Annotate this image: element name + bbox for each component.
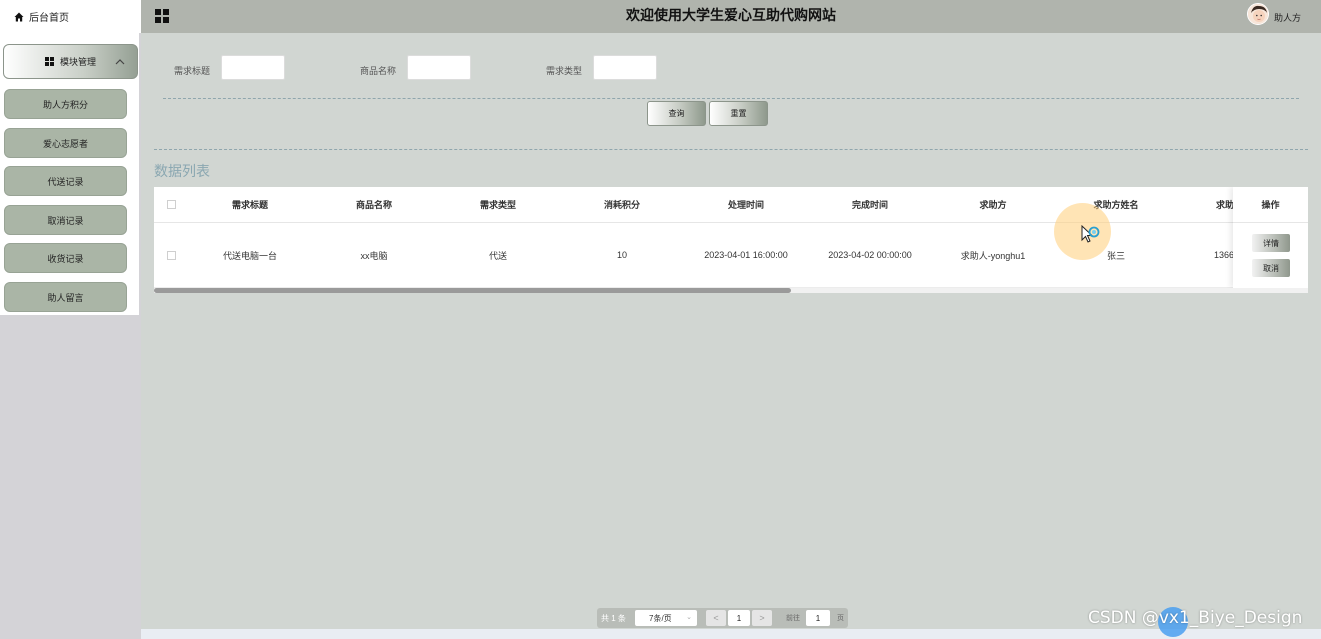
module-label: 模块管理	[59, 57, 96, 67]
column-header[interactable]: 需求标题	[188, 187, 312, 222]
menu-toggle-icon[interactable]	[155, 9, 169, 23]
home-icon	[14, 12, 24, 21]
sidebar-item-messages[interactable]: 助人留言	[4, 282, 127, 312]
scrollbar-thumb[interactable]	[154, 288, 791, 293]
cancel-button[interactable]: 取消	[1252, 259, 1290, 277]
list-title: 数据列表	[154, 163, 210, 179]
table-cell: xx电脑	[360, 250, 388, 261]
sidebar-item-helper-points[interactable]: 助人方积分	[4, 89, 127, 119]
query-button[interactable]: 查询	[647, 101, 706, 126]
column-header[interactable]: 完成时间	[808, 187, 932, 222]
sidebar-item-volunteers[interactable]: 爱心志愿者	[4, 128, 127, 158]
detail-button[interactable]: 详情	[1252, 234, 1290, 252]
sidebar-item-label: 收货记录	[47, 253, 84, 264]
sidebar-item-cancel-records[interactable]: 取消记录	[4, 205, 127, 235]
table-header-row: 需求标题 商品名称 需求类型 消耗积分 处理时间 完成时间 求助方 求助方姓名 …	[154, 187, 1308, 223]
home-label: 后台首页	[29, 13, 69, 24]
divider	[163, 98, 1299, 99]
sidebar-item-delivery-records[interactable]: 代送记录	[4, 166, 127, 196]
select-all-checkbox[interactable]	[166, 200, 176, 209]
column-header[interactable]: 消耗积分	[560, 187, 684, 222]
search-product-label: 商品名称	[360, 66, 397, 76]
row-checkbox[interactable]	[166, 250, 176, 260]
column-header[interactable]: 商品名称	[312, 187, 436, 222]
search-product-input[interactable]	[407, 55, 471, 80]
module-management-toggle[interactable]: 模块管理	[3, 44, 138, 79]
search-type-input[interactable]	[593, 55, 657, 80]
table-cell: 代送电脑一台	[222, 250, 277, 261]
column-header[interactable]: 求助方	[932, 187, 1054, 222]
table-cell: 代送	[488, 250, 507, 261]
column-header: 操作	[1233, 187, 1308, 223]
row-select-cell[interactable]	[154, 223, 188, 287]
goto-page-input[interactable]: 1	[806, 610, 830, 626]
page-size-value: 7条/页	[649, 613, 672, 623]
page-title: 欢迎使用大学生爱心互助代购网站	[626, 7, 836, 23]
username[interactable]: 助人方	[1274, 11, 1301, 24]
sidebar-item-label: 爱心志愿者	[42, 138, 88, 149]
search-type-label: 需求类型	[546, 66, 583, 76]
chevron-down-icon: ⌄	[686, 614, 692, 621]
table-cell: 2023-04-01 16:00:00	[704, 250, 788, 260]
horizontal-scrollbar[interactable]	[154, 288, 1308, 293]
current-page[interactable]: 1	[728, 610, 750, 626]
top-bar: 欢迎使用大学生爱心互助代购网站 助人方	[141, 0, 1321, 33]
sidebar-item-label: 助人留言	[47, 292, 84, 303]
pagination: 共 1 条 7条/页 ⌄ < 1 > 前往 1 页	[597, 608, 848, 628]
cursor-icon	[1081, 225, 1100, 243]
data-table: 需求标题 商品名称 需求类型 消耗积分 处理时间 完成时间 求助方 求助方姓名 …	[154, 187, 1308, 293]
sidebar-item-label: 代送记录	[47, 176, 84, 187]
operations-column: 操作 详情 取消	[1233, 187, 1308, 288]
watermark: CSDN @vx1_Biye_Design	[1088, 608, 1303, 628]
divider	[154, 149, 1308, 150]
table-row[interactable]: 代送电脑一台 xx电脑 代送 10 2023-04-01 16:00:00 20…	[154, 223, 1308, 288]
column-header[interactable]: 需求类型	[436, 187, 560, 222]
page-suffix: 页	[837, 615, 844, 622]
avatar[interactable]	[1247, 3, 1269, 25]
search-title-label: 需求标题	[174, 66, 211, 76]
search-title-input[interactable]	[221, 55, 285, 80]
table-cell: 2023-04-02 00:00:00	[828, 250, 912, 260]
table-cell: 求助人-yonghu1	[960, 250, 1026, 261]
table-cell: 10	[616, 250, 627, 260]
grid-icon	[44, 57, 54, 66]
chevron-up-icon	[115, 59, 125, 65]
column-header[interactable]: 处理时间	[684, 187, 808, 222]
pagination-total: 共 1 条	[601, 614, 626, 623]
sidebar-item-receipt-records[interactable]: 收货记录	[4, 243, 127, 273]
prev-page-button[interactable]: <	[706, 610, 726, 626]
sidebar-item-label: 取消记录	[47, 215, 84, 226]
sidebar-item-label: 助人方积分	[42, 99, 88, 110]
reset-button[interactable]: 重置	[709, 101, 768, 126]
next-page-button[interactable]: >	[752, 610, 772, 626]
goto-label: 前往	[786, 615, 800, 622]
page-size-select[interactable]: 7条/页 ⌄	[635, 610, 697, 626]
home-link[interactable]: 后台首页	[0, 0, 141, 33]
select-all-cell[interactable]	[154, 187, 188, 222]
footer-strip	[141, 629, 1321, 639]
